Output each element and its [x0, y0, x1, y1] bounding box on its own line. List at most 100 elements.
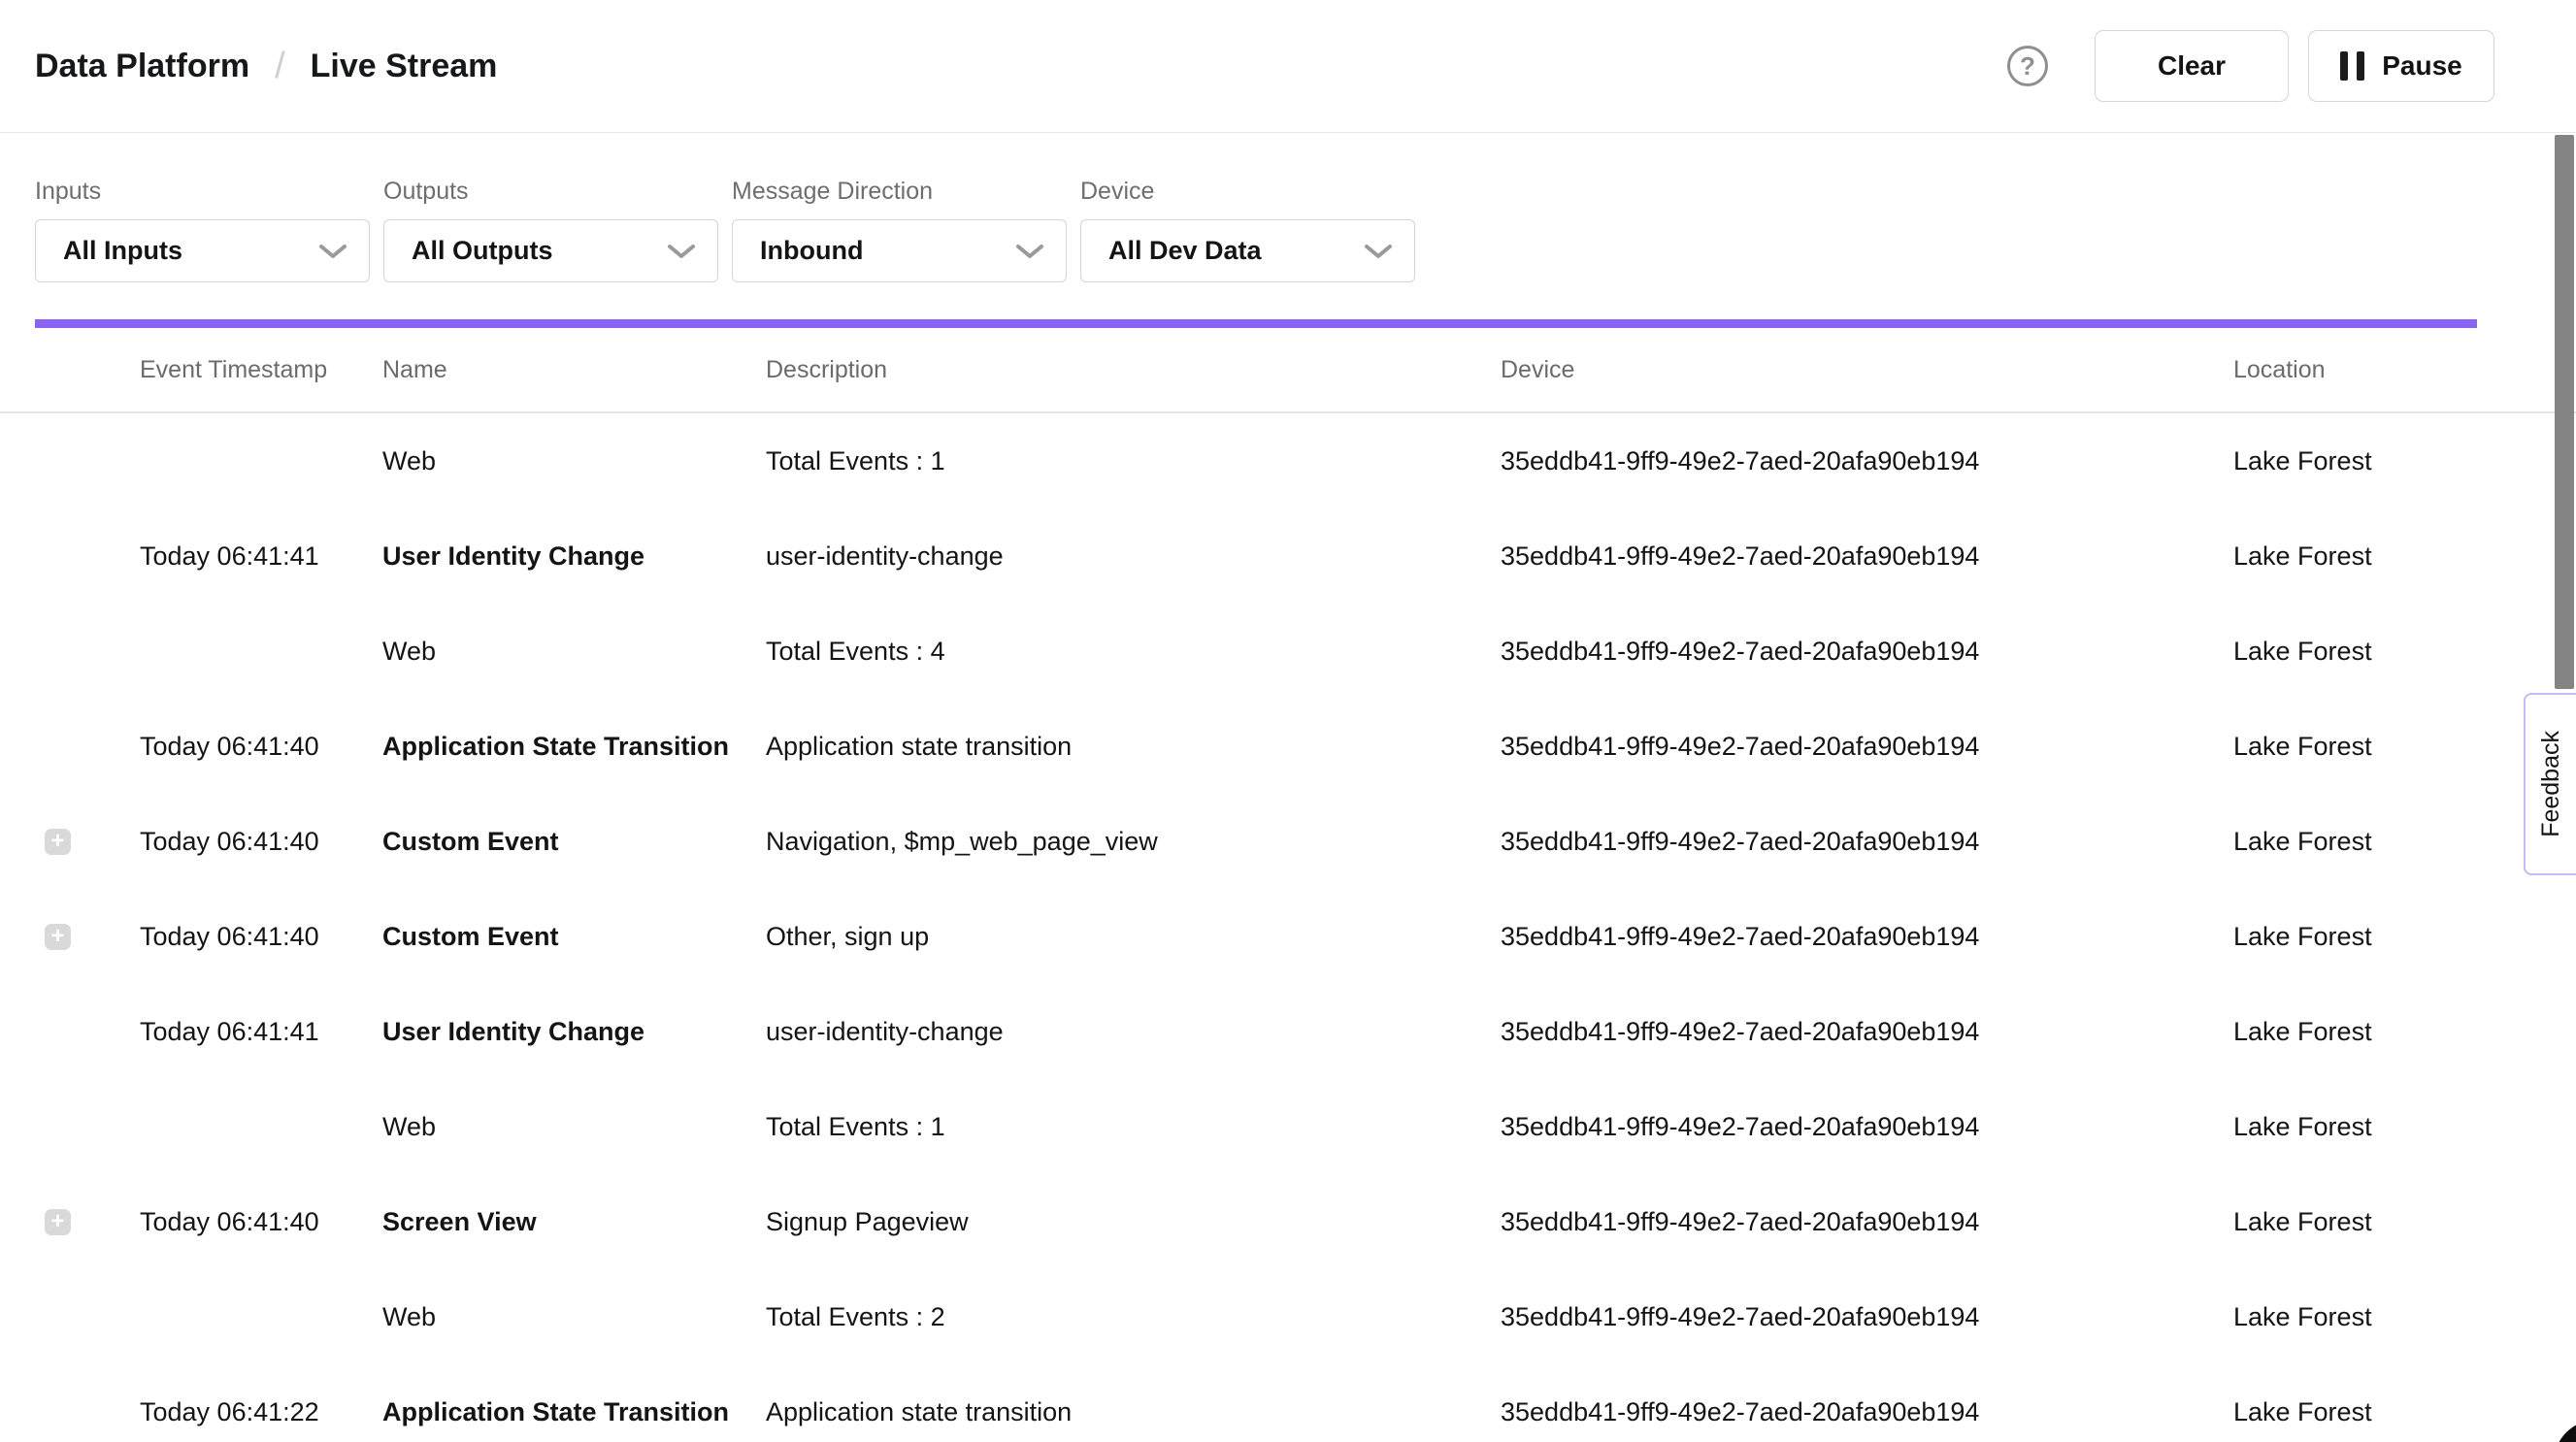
- column-header-device: Device: [1501, 356, 2233, 384]
- expand-icon[interactable]: +: [45, 924, 71, 950]
- chevron-down-icon: [1015, 243, 1044, 260]
- expand-cell: +: [35, 924, 140, 950]
- inputs-dropdown-value: All Inputs: [63, 236, 182, 266]
- clear-button[interactable]: Clear: [2095, 30, 2289, 102]
- cell-name: Application State Transition: [382, 732, 766, 762]
- filter-device-label: Device: [1080, 178, 1415, 206]
- header-actions: ? Clear Pause: [2007, 30, 2494, 102]
- expand-cell: +: [35, 1209, 140, 1235]
- cell-device: 35eddb41-9ff9-49e2-7aed-20afa90eb194: [1501, 541, 2233, 572]
- cell-event-timestamp: Today 06:41:22: [140, 1397, 382, 1427]
- cell-description: Total Events : 1: [766, 446, 1501, 476]
- column-header-location: Location: [2233, 356, 2576, 384]
- table-row[interactable]: + Today 06:41:40 Screen View Signup Page…: [0, 1174, 2576, 1269]
- cell-description: Navigation, $mp_web_page_view: [766, 827, 1501, 857]
- filter-bar: Inputs All Inputs Outputs All Outputs Me…: [35, 178, 2576, 282]
- filter-message-direction-label: Message Direction: [732, 178, 1067, 206]
- cell-name: Web: [382, 446, 766, 476]
- cell-name: Screen View: [382, 1207, 766, 1237]
- inputs-dropdown[interactable]: All Inputs: [35, 219, 370, 282]
- cell-name: User Identity Change: [382, 541, 766, 572]
- table-body: + Web Total Events : 1 35eddb41-9ff9-49e…: [0, 413, 2576, 1442]
- pause-button-label: Pause: [2382, 50, 2462, 82]
- column-header-event-timestamp: Event Timestamp: [140, 356, 382, 384]
- expand-cell: +: [35, 1114, 140, 1140]
- cell-description: user-identity-change: [766, 541, 1501, 572]
- cell-description: Other, sign up: [766, 922, 1501, 952]
- cell-event-timestamp: Today 06:41:41: [140, 541, 382, 572]
- table-row[interactable]: + Today 06:41:22 Application State Trans…: [0, 1364, 2576, 1442]
- help-icon[interactable]: ?: [2007, 46, 2048, 86]
- pause-button[interactable]: Pause: [2308, 30, 2494, 102]
- outputs-dropdown-value: All Outputs: [412, 236, 552, 266]
- cell-description: Total Events : 4: [766, 637, 1501, 667]
- column-header-description: Description: [766, 356, 1501, 384]
- table-row[interactable]: + Web Total Events : 2 35eddb41-9ff9-49e…: [0, 1269, 2576, 1364]
- cell-device: 35eddb41-9ff9-49e2-7aed-20afa90eb194: [1501, 1207, 2233, 1237]
- cell-device: 35eddb41-9ff9-49e2-7aed-20afa90eb194: [1501, 1397, 2233, 1427]
- cell-device: 35eddb41-9ff9-49e2-7aed-20afa90eb194: [1501, 827, 2233, 857]
- filter-inputs: Inputs All Inputs: [35, 178, 370, 282]
- column-header-name: Name: [382, 356, 766, 384]
- message-direction-dropdown-value: Inbound: [760, 236, 863, 266]
- cell-location: Lake Forest: [2233, 1112, 2576, 1142]
- table-row[interactable]: + Web Total Events : 4 35eddb41-9ff9-49e…: [0, 604, 2576, 699]
- cell-device: 35eddb41-9ff9-49e2-7aed-20afa90eb194: [1501, 1302, 2233, 1332]
- cell-description: Application state transition: [766, 1397, 1501, 1427]
- filter-device: Device All Dev Data: [1080, 178, 1415, 282]
- expand-cell: +: [35, 1304, 140, 1330]
- cell-location: Lake Forest: [2233, 1302, 2576, 1332]
- cell-location: Lake Forest: [2233, 1397, 2576, 1427]
- vertical-scrollbar-thumb[interactable]: [2555, 135, 2574, 689]
- cell-name: Web: [382, 1302, 766, 1332]
- breadcrumb-data-platform[interactable]: Data Platform: [35, 48, 249, 85]
- expand-cell: +: [35, 448, 140, 475]
- table-row[interactable]: + Today 06:41:41 User Identity Change us…: [0, 984, 2576, 1079]
- expand-cell: +: [35, 543, 140, 570]
- outputs-dropdown[interactable]: All Outputs: [383, 219, 718, 282]
- device-dropdown[interactable]: All Dev Data: [1080, 219, 1415, 282]
- cell-device: 35eddb41-9ff9-49e2-7aed-20afa90eb194: [1501, 1112, 2233, 1142]
- filter-outputs-label: Outputs: [383, 178, 718, 206]
- feedback-tab[interactable]: Feedback: [2524, 693, 2576, 875]
- cell-device: 35eddb41-9ff9-49e2-7aed-20afa90eb194: [1501, 732, 2233, 762]
- cell-description: Signup Pageview: [766, 1207, 1501, 1237]
- cell-name: Custom Event: [382, 827, 766, 857]
- table-row[interactable]: + Today 06:41:41 User Identity Change us…: [0, 508, 2576, 604]
- cell-device: 35eddb41-9ff9-49e2-7aed-20afa90eb194: [1501, 922, 2233, 952]
- message-direction-dropdown[interactable]: Inbound: [732, 219, 1067, 282]
- table-row[interactable]: + Today 06:41:40 Application State Trans…: [0, 699, 2576, 794]
- cell-name: User Identity Change: [382, 1017, 766, 1047]
- cell-location: Lake Forest: [2233, 637, 2576, 667]
- pause-icon: [2340, 51, 2364, 81]
- cell-device: 35eddb41-9ff9-49e2-7aed-20afa90eb194: [1501, 1017, 2233, 1047]
- expand-icon[interactable]: +: [45, 829, 71, 855]
- cell-location: Lake Forest: [2233, 1207, 2576, 1237]
- expand-cell: +: [35, 1019, 140, 1045]
- cell-name: Application State Transition: [382, 1397, 766, 1427]
- cell-location: Lake Forest: [2233, 922, 2576, 952]
- expand-cell: +: [35, 734, 140, 760]
- cell-description: Total Events : 2: [766, 1302, 1501, 1332]
- table-row[interactable]: + Today 06:41:40 Custom Event Other, sig…: [0, 889, 2576, 984]
- cell-device: 35eddb41-9ff9-49e2-7aed-20afa90eb194: [1501, 637, 2233, 667]
- cell-location: Lake Forest: [2233, 1017, 2576, 1047]
- breadcrumb-live-stream: Live Stream: [311, 48, 498, 85]
- feedback-tab-label: Feedback: [2537, 731, 2565, 837]
- table-row[interactable]: + Web Total Events : 1 35eddb41-9ff9-49e…: [0, 413, 2576, 508]
- chevron-down-icon: [318, 243, 347, 260]
- cell-description: Application state transition: [766, 732, 1501, 762]
- cell-event-timestamp: Today 06:41:40: [140, 732, 382, 762]
- app-header: Data Platform / Live Stream ? Clear Paus…: [0, 0, 2576, 133]
- expand-icon[interactable]: +: [45, 1209, 71, 1235]
- expand-cell: +: [35, 639, 140, 665]
- cell-event-timestamp: Today 06:41:40: [140, 922, 382, 952]
- cell-name: Web: [382, 1112, 766, 1142]
- filter-message-direction: Message Direction Inbound: [732, 178, 1067, 282]
- breadcrumb-separator: /: [275, 46, 285, 87]
- cell-description: Total Events : 1: [766, 1112, 1501, 1142]
- table-row[interactable]: + Web Total Events : 1 35eddb41-9ff9-49e…: [0, 1079, 2576, 1174]
- table-row[interactable]: + Today 06:41:40 Custom Event Navigation…: [0, 794, 2576, 889]
- cell-location: Lake Forest: [2233, 446, 2576, 476]
- expand-cell: +: [35, 1399, 140, 1426]
